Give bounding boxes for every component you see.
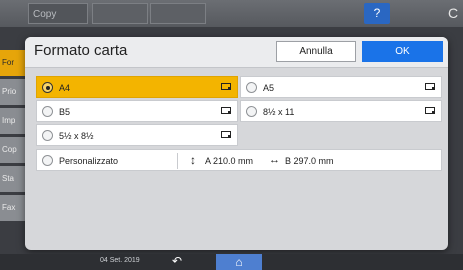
sidebar-item-format[interactable]: For xyxy=(0,50,28,76)
option-label: Personalizzato xyxy=(59,156,119,166)
option-label: A4 xyxy=(59,83,71,93)
sidebar-item-status[interactable]: Sta xyxy=(0,166,28,192)
horizontal-arrows-icon: ↔ xyxy=(269,154,280,166)
option-label: 5½ x 8½ xyxy=(59,131,94,141)
status-glyph: C xyxy=(448,5,459,21)
orientation-icon xyxy=(221,130,232,140)
radio-icon xyxy=(42,82,53,93)
ok-button[interactable]: OK xyxy=(362,41,443,62)
option-custom[interactable]: Personalizzato ↕ A 210.0 mm ↔ B 297.0 mm xyxy=(36,149,442,171)
orientation-icon xyxy=(221,82,232,92)
orientation-icon xyxy=(425,82,436,92)
radio-icon xyxy=(42,155,53,166)
option-b5[interactable]: B5 xyxy=(36,100,238,122)
orientation-icon xyxy=(221,106,232,116)
radio-icon xyxy=(42,130,53,141)
option-statement[interactable]: 5½ x 8½ xyxy=(36,124,238,146)
option-letter[interactable]: 8½ x 11 xyxy=(240,100,442,122)
vertical-arrows-icon: ↕ xyxy=(190,153,196,167)
dimension-b: B 297.0 mm xyxy=(285,156,334,166)
paper-size-dialog: Formato carta Annulla OK A4 A5 B5 8½ x 1… xyxy=(25,37,448,250)
home-button[interactable]: ⌂ xyxy=(216,254,262,270)
sidebar-item-priority[interactable]: Prio xyxy=(0,79,28,105)
radio-icon xyxy=(246,82,257,93)
sidebar-item-fax[interactable]: Fax xyxy=(0,195,28,221)
dialog-header: Formato carta Annulla OK xyxy=(25,37,448,68)
option-label: A5 xyxy=(263,83,275,93)
date-label: 04 Set. 2019 xyxy=(100,257,140,264)
radio-icon xyxy=(246,106,257,117)
divider xyxy=(177,153,178,169)
sidebar-item-imp[interactable]: Imp xyxy=(0,108,28,134)
radio-icon xyxy=(42,106,53,117)
sidebar: For Prio Imp Cop Sta Fax xyxy=(0,50,28,250)
back-icon[interactable]: ↶ xyxy=(172,254,182,268)
home-icon: ⌂ xyxy=(235,255,243,269)
top-bar: Copy ? C xyxy=(0,0,463,27)
app-tab-copy[interactable]: Copy xyxy=(28,3,88,24)
option-a4[interactable]: A4 xyxy=(36,76,238,98)
orientation-icon xyxy=(425,106,436,116)
top-slot-2[interactable] xyxy=(150,3,206,24)
sidebar-item-copy[interactable]: Cop xyxy=(0,137,28,163)
dimension-a: A 210.0 mm xyxy=(205,156,254,166)
option-a5[interactable]: A5 xyxy=(240,76,442,98)
cancel-button[interactable]: Annulla xyxy=(276,41,356,62)
top-slot-1[interactable] xyxy=(92,3,148,24)
option-label: 8½ x 11 xyxy=(263,107,295,117)
dialog-title: Formato carta xyxy=(34,42,128,59)
help-button[interactable]: ? xyxy=(364,3,390,24)
bottom-bar: 04 Set. 2019 ↶ ⌂ xyxy=(0,254,463,270)
option-label: B5 xyxy=(59,107,71,117)
